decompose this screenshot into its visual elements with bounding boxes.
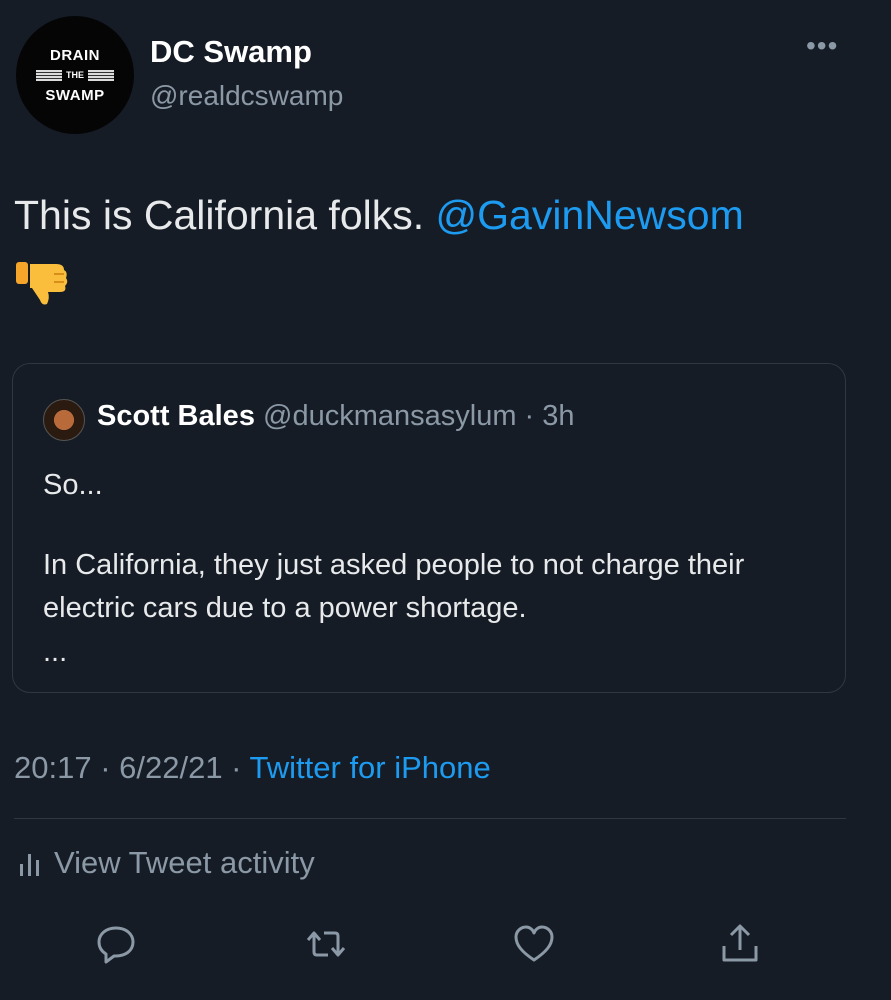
quoted-text-line: In California, they just asked people to…	[43, 548, 745, 625]
retweet-icon	[306, 931, 346, 957]
view-activity-label: View Tweet activity	[54, 845, 315, 880]
tweet-time: 20:17 · 6/22/21 ·	[14, 750, 250, 785]
reply-button[interactable]	[94, 922, 138, 966]
quoted-tweet-header: Scott Bales @duckmansasylum · 3h	[97, 400, 575, 433]
like-icon	[514, 925, 554, 962]
thumbs-down-icon	[16, 262, 68, 305]
bar-chart-icon	[20, 854, 39, 876]
action-bar	[0, 922, 891, 972]
author-handle[interactable]: @realdcswamp	[150, 80, 343, 112]
more-horizontal-icon[interactable]: •••	[806, 30, 838, 62]
mention-link[interactable]: @GavinNewsom	[436, 192, 744, 238]
author-display-name[interactable]: DC Swamp	[150, 34, 312, 70]
quoted-author-name: Scott Bales	[97, 400, 255, 432]
tweet-text: This is California folks. @GavinNewsom	[14, 192, 744, 239]
quoted-author-meta: @duckmansasylum · 3h	[254, 400, 575, 432]
share-button[interactable]	[718, 922, 762, 966]
avatar-text-top: DRAIN	[50, 46, 100, 64]
quoted-text-line: So...	[43, 469, 103, 501]
quoted-tweet[interactable]: Scott Bales @duckmansasylum · 3h So... I…	[12, 363, 846, 693]
flag-icon	[36, 69, 62, 81]
tweet-body: This is California folks.	[14, 192, 436, 238]
quoted-author-avatar	[43, 399, 85, 441]
author-avatar[interactable]: DRAIN THE SWAMP	[16, 16, 134, 134]
retweet-button[interactable]	[304, 922, 348, 966]
divider	[14, 818, 846, 819]
avatar-flag-row: THE	[36, 69, 114, 81]
like-button[interactable]	[512, 922, 556, 966]
quoted-tweet-body: So... In California, they just asked peo…	[43, 464, 833, 674]
reply-icon	[97, 926, 135, 964]
flag-icon	[88, 69, 114, 81]
avatar-text-bottom: SWAMP	[45, 86, 105, 104]
tweet-timestamp: 20:17 · 6/22/21 · Twitter for iPhone	[14, 750, 491, 786]
tweet-source-link[interactable]: Twitter for iPhone	[250, 750, 491, 785]
quoted-ellipsis: ...	[43, 635, 68, 668]
share-icon	[722, 924, 758, 962]
view-activity-button[interactable]: View Tweet activity	[18, 845, 315, 881]
avatar-text-middle: THE	[66, 70, 84, 80]
